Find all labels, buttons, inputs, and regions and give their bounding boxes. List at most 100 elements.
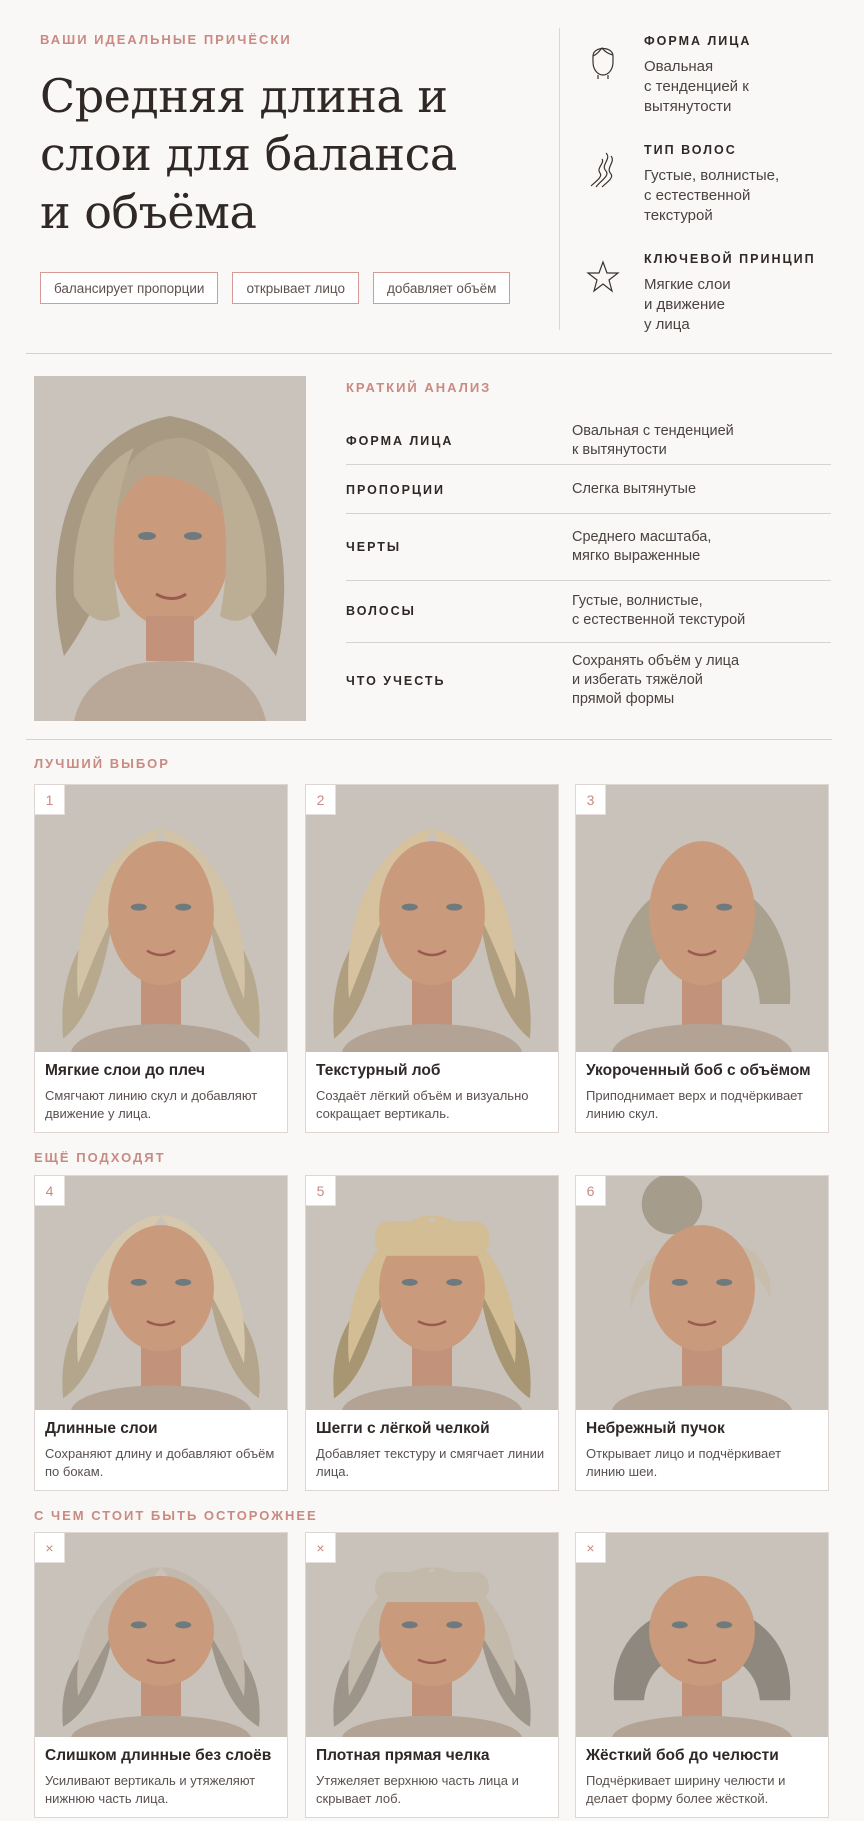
analysis-value: Среднего масштаба, мягко выраженные (572, 528, 712, 564)
card-description: Приподнимает верх и подчёркивает линию с… (586, 1088, 803, 1121)
card-description: Добавляет текстуру и смягчает линии лица… (316, 1446, 545, 1479)
tag-list: балансирует пропорции открывает лицо доб… (40, 272, 511, 304)
analysis-row: ФОРМА ЛИЦА Овальная с тенденцией к вытян… (346, 415, 831, 467)
analysis-row: ЧТО УЧЕСТЬ Сохранять объём у лица и избе… (346, 643, 831, 718)
hairstyle-photo: 4 (35, 1176, 287, 1410)
fact-title: ТИП ВОЛОС (644, 143, 737, 157)
main-portrait (34, 376, 306, 721)
hairstyle-photo: 6 (576, 1176, 828, 1410)
analysis-row: ПРОПОРЦИИ Слегка вытянутые (346, 466, 831, 513)
card-caption: Длинные слои Сохраняют длину и добавляют… (35, 1410, 287, 1481)
analysis-value: Слегка вытянутые (572, 481, 697, 497)
fact-title: ФОРМА ЛИЦА (644, 34, 752, 48)
analysis-value: Овальная с тенденцией к вытянутости (572, 423, 734, 458)
fact-list: ФОРМА ЛИЦА Овальная с тенденцией к вытян… (586, 30, 846, 357)
fact-hair-type: ТИП ВОЛОС Густые, волнистые, с естествен… (586, 143, 846, 248)
divider-vertical (559, 28, 560, 330)
fact-key-principle: КЛЮЧЕВОЙ ПРИНЦИП Мягкие слои и движение … (586, 252, 846, 357)
card-description: Усиливают вертикаль и утяжеляют нижнюю ч… (45, 1773, 256, 1806)
card-title: Слишком длинные без слоёв (45, 1747, 272, 1764)
card-caption: Мягкие слои до плеч Смягчают линию скул … (35, 1052, 287, 1123)
analysis-panel: КРАТКИЙ АНАЛИЗ ФОРМА ЛИЦА Овальная с тен… (346, 380, 831, 707)
card-title: Шегги с лёгкой челкой (316, 1420, 490, 1437)
divider (26, 353, 832, 354)
hairstyle-photo: 1 (35, 785, 287, 1052)
row-divider (346, 464, 831, 465)
header: ВАШИ ИДЕАЛЬНЫЕ ПРИЧЁСКИ Средняя длина и … (0, 0, 864, 354)
card-number-badge: × (306, 1533, 336, 1563)
page-title: Средняя длина и слои для баланса и объём… (40, 67, 540, 241)
card-caption: Текстурный лоб Создаёт лёгкий объём и ви… (306, 1052, 558, 1123)
card-description: Сохраняют длину и добавляют объём по бок… (45, 1446, 275, 1479)
hairstyle-photo: 2 (306, 785, 558, 1052)
card-description: Утяжеляет верхнюю часть лица и скрывает … (316, 1773, 519, 1806)
analysis-row: ВОЛОСЫ Густые, волнистые, с естественной… (346, 581, 831, 641)
card-number-badge: × (576, 1533, 606, 1563)
card-caption: Плотная прямая челка Утяжеляет верхнюю ч… (306, 1737, 558, 1808)
analysis-value: Густые, волнистые, с естественной тексту… (572, 593, 746, 628)
card-caption: Жёсткий боб до челюсти Подчёркивает шири… (576, 1737, 828, 1808)
hairstyle-card: 2 Текстурный лоб Создаёт лёгкий объём и … (305, 784, 559, 1133)
card-title: Плотная прямая челка (316, 1747, 490, 1764)
hairstyle-photo: 3 (576, 785, 828, 1052)
analysis-row: ЧЕРТЫ Среднего масштаба, мягко выраженны… (346, 514, 831, 579)
card-number-badge: 3 (576, 785, 606, 815)
hairstyle-card: 5 Шегги с лёгкой челкой Добавляет тексту… (305, 1175, 559, 1491)
hairstyle-card: 4 Длинные слои Сохраняют длину и добавля… (34, 1175, 288, 1491)
card-description: Открывает лицо и подчёркивает линию шеи. (586, 1446, 782, 1479)
hairstyle-photo: × (576, 1533, 828, 1737)
section-title-best: ЛУЧШИЙ ВЫБОР (34, 756, 170, 771)
card-number-badge: 5 (306, 1176, 336, 1206)
hairstyle-card: 6 Небрежный пучок Открывает лицо и подчё… (575, 1175, 829, 1491)
analysis-key: ЧЕРТЫ (346, 539, 402, 554)
card-description: Создаёт лёгкий объём и визуально сокраща… (316, 1088, 529, 1121)
analysis-value: Сохранять объём у лица и избегать тяжёло… (572, 653, 740, 707)
fact-value: Овальная с тенденцией к вытянутости (644, 58, 749, 115)
analysis-key: ВОЛОСЫ (346, 604, 416, 618)
hairstyle-card: 1 Мягкие слои до плеч Смягчают линию ску… (34, 784, 288, 1133)
hairstyle-photo: 5 (306, 1176, 558, 1410)
card-title: Небрежный пучок (586, 1420, 725, 1437)
card-caption: Укороченный боб с объёмом Приподнимает в… (576, 1052, 828, 1123)
card-caption: Небрежный пучок Открывает лицо и подчёрк… (576, 1410, 828, 1481)
star-icon (586, 258, 620, 298)
hairstyle-photo: × (306, 1533, 558, 1737)
analysis-eyebrow: КРАТКИЙ АНАЛИЗ (346, 380, 492, 395)
card-title: Мягкие слои до плеч (45, 1062, 206, 1079)
header-left: ВАШИ ИДЕАЛЬНЫЕ ПРИЧЁСКИ Средняя длина и … (40, 32, 540, 241)
card-title: Текстурный лоб (316, 1062, 441, 1079)
hairstyle-card: × Плотная прямая челка Утяжеляет верхнюю… (305, 1532, 559, 1818)
title-line: слои для баланса (40, 127, 457, 181)
fact-title: КЛЮЧЕВОЙ ПРИНЦИП (644, 252, 816, 266)
analysis-key: ПРОПОРЦИИ (346, 482, 446, 497)
tag: балансирует пропорции (40, 272, 219, 304)
hairstyle-photo: × (35, 1533, 287, 1737)
card-number-badge: 1 (35, 785, 65, 815)
tag: открывает лицо (232, 272, 360, 304)
fact-value: Мягкие слои и движение у лица (644, 276, 731, 333)
title-line: и объёма (40, 185, 257, 239)
card-title: Жёсткий боб до челюсти (586, 1747, 779, 1764)
face-outline-icon (586, 40, 620, 80)
card-description: Смягчают линию скул и добавляют движение… (45, 1088, 258, 1121)
card-caption: Слишком длинные без слоёв Усиливают верт… (35, 1737, 287, 1808)
hairstyle-card: × Жёсткий боб до челюсти Подчёркивает ши… (575, 1532, 829, 1818)
card-caption: Шегги с лёгкой челкой Добавляет текстуру… (306, 1410, 558, 1481)
card-title: Длинные слои (45, 1420, 158, 1437)
analysis-key: ЧТО УЧЕСТЬ (346, 673, 446, 688)
section-title-also: ЕЩЁ ПОДХОДЯТ (34, 1150, 166, 1165)
header-eyebrow: ВАШИ ИДЕАЛЬНЫЕ ПРИЧЁСКИ (40, 32, 292, 47)
divider (26, 739, 832, 740)
card-description: Подчёркивает ширину челюсти и делает фор… (586, 1773, 786, 1806)
analysis-key: ФОРМА ЛИЦА (346, 434, 454, 448)
hair-wave-icon (586, 149, 620, 189)
card-number-badge: 6 (576, 1176, 606, 1206)
card-number-badge: 2 (306, 785, 336, 815)
fact-face-shape: ФОРМА ЛИЦА Овальная с тенденцией к вытян… (586, 34, 846, 139)
card-number-badge: 4 (35, 1176, 65, 1206)
fact-value: Густые, волнистые, с естественной тексту… (644, 167, 780, 224)
section-title-caution: С ЧЕМ СТОИТ БЫТЬ ОСТОРОЖНЕЕ (34, 1508, 318, 1523)
hairstyle-card: 3 Укороченный боб с объёмом Приподнимает… (575, 784, 829, 1133)
card-number-badge: × (35, 1533, 65, 1563)
hairstyle-card: × Слишком длинные без слоёв Усиливают ве… (34, 1532, 288, 1818)
